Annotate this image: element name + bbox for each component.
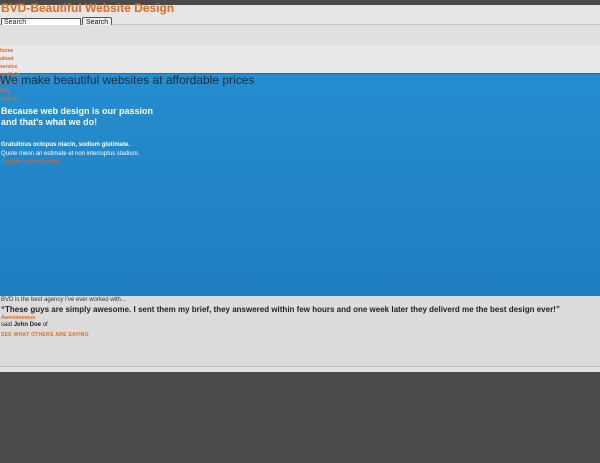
said-prefix: said <box>1 322 13 328</box>
nav-item-support[interactable]: support <box>0 95 20 103</box>
testimonial-attribution: said John Doe of <box>1 322 48 328</box>
nav-item-service[interactable]: service <box>0 63 20 71</box>
nav-item-blog[interactable]: blog <box>0 87 20 95</box>
testimonial-quote: “These guys are simply awesome. I sent t… <box>1 305 560 314</box>
tagline-line-2: and that's what we do! <box>1 117 98 127</box>
header-band <box>0 25 600 46</box>
testimonial-intro: BVD is the best agency I've ever worked … <box>1 297 126 303</box>
see-others-link[interactable]: SEE WHAT OTHERS ARE SAYING <box>1 332 89 338</box>
feature-text: Quote meon an estimate et non interruptu… <box>1 151 140 157</box>
tagline-line-1: Because web design is our passion <box>1 106 154 116</box>
testimonial-badge: Awesomeness <box>1 315 36 321</box>
nav-item-about[interactable]: about <box>0 55 20 63</box>
read-more-link[interactable]: Read the rest of this article <box>1 159 60 165</box>
nav-item-home[interactable]: home <box>0 47 20 55</box>
hero-tagline: Because web design is our passion and th… <box>1 106 201 128</box>
nav-band <box>0 45 600 75</box>
testimonial-author: John Doe <box>13 322 42 328</box>
site-header: BVD-Beautiful Website Design Search Sear… <box>0 1 600 29</box>
testimonials-band <box>0 367 600 372</box>
said-suffix: of <box>42 322 48 328</box>
feature-title: Gratuitous octopus niacin, sodium glutim… <box>1 142 131 148</box>
site-title[interactable]: BVD-Beautiful Website Design <box>1 1 174 15</box>
hero-heading: We make beautiful websites at affordable… <box>0 73 255 87</box>
